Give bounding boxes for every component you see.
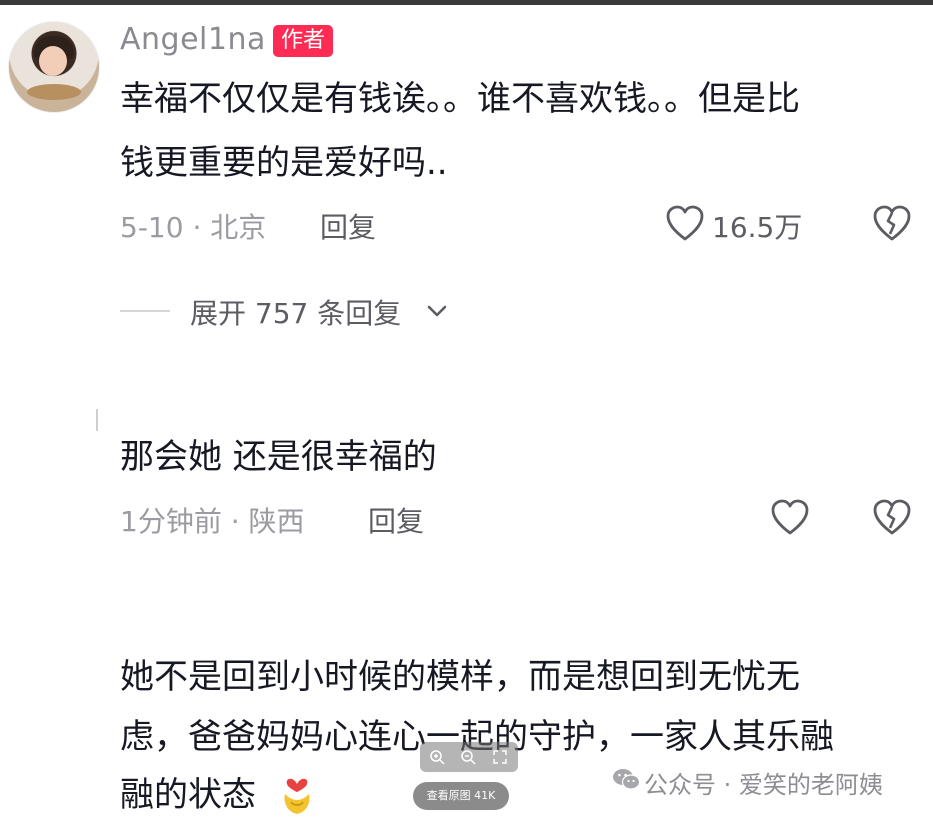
top-border (0, 0, 933, 5)
zoom-in-icon[interactable] (429, 749, 445, 765)
heart-outline-icon[interactable] (770, 498, 810, 536)
comment-username[interactable]: Angel1na (120, 22, 266, 57)
comment-text-line: 融的状态 (120, 775, 256, 815)
fit-screen-icon[interactable] (492, 749, 508, 765)
comment-text-line: 钱更重要的是爱好吗.. (120, 143, 448, 183)
chevron-down-icon[interactable] (424, 298, 450, 324)
comment-text-line: 她不是回到小时候的模样，而是想回到无忧无 (120, 657, 800, 697)
text-cursor (96, 409, 98, 431)
heart-outline-icon[interactable] (665, 204, 705, 242)
wechat-icon (613, 769, 640, 790)
hands-heart-emoji (284, 778, 310, 814)
broken-heart-icon[interactable] (872, 498, 912, 536)
avatar[interactable] (8, 21, 100, 113)
author-badge: 作者 (273, 25, 334, 57)
comment-text-line: 幸福不仅仅是有钱诶。。谁不喜欢钱。。但是比 (120, 79, 800, 119)
watermark-text: 公众号 · 爱笑的老阿姨 (644, 771, 883, 799)
expand-replies-button[interactable]: 展开 757 条回复 (190, 292, 401, 332)
reply-button[interactable]: 回复 (368, 500, 424, 540)
view-original-button[interactable]: 查看原图 41K (413, 782, 509, 810)
broken-heart-icon[interactable] (872, 204, 912, 242)
comment-meta: 1分钟前 · 陕西 (120, 505, 305, 538)
image-zoom-toolbar (420, 742, 518, 772)
divider-line (120, 310, 170, 312)
zoom-out-icon[interactable] (460, 749, 476, 765)
comment-text: 那会她 还是很幸福的 (120, 437, 437, 477)
reply-button[interactable]: 回复 (320, 206, 376, 246)
comment-meta: 5-10 · 北京 (120, 211, 267, 244)
like-count: 16.5万 (712, 211, 803, 244)
